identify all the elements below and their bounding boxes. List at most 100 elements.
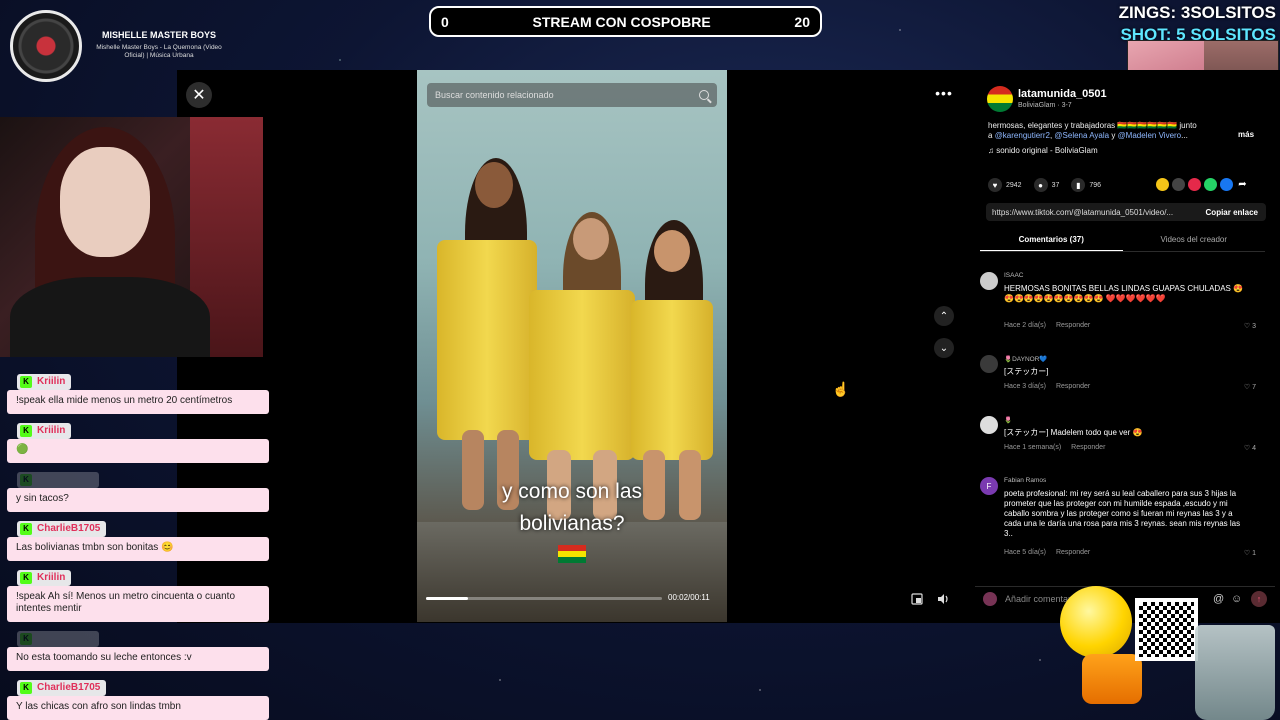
search-icon[interactable] xyxy=(699,90,709,100)
avatar[interactable]: F xyxy=(980,477,998,495)
post-stats: ♥ 2942 ● 37 ▮ 796 xyxy=(988,178,1101,192)
kick-badge-icon: K xyxy=(20,682,32,694)
caption-line-2: bolivianas? xyxy=(519,512,625,535)
comment-meta: Hace 3 día(s) Responder xyxy=(1004,383,1090,390)
mouse-pointer-icon: ☝ xyxy=(832,381,850,397)
avatar[interactable] xyxy=(980,416,998,434)
kick-badge-icon: K xyxy=(20,474,32,486)
now-playing-widget: MISHELLE MASTER BOYS Mishelle Master Boy… xyxy=(0,0,260,82)
bookmark-icon: ▮ xyxy=(1071,178,1086,192)
bolivia-flag-icon xyxy=(558,545,586,563)
comment-user[interactable]: 🌷 xyxy=(1004,416,1012,424)
emoji-mascot-icon xyxy=(1060,586,1132,658)
copy-link-row: https://www.tiktok.com/@latamunida_0501/… xyxy=(986,203,1266,221)
comment-icon: ● xyxy=(1033,178,1048,192)
comment-like[interactable]: ♡ 7 xyxy=(1244,383,1256,391)
save-count: 796 xyxy=(1089,181,1102,189)
comment-like[interactable]: ♡ 4 xyxy=(1244,444,1256,452)
whatsapp-icon[interactable] xyxy=(1204,178,1217,191)
streamer-body xyxy=(10,277,210,357)
comment-item: F Fabian Ramos poeta profesional: mi rey… xyxy=(980,477,1270,559)
mascot-legs xyxy=(1082,654,1142,704)
comment-like[interactable]: ♡ 3 xyxy=(1244,322,1256,330)
chat-text: 🟢 xyxy=(7,439,269,463)
copy-link-button[interactable]: Copiar enlace xyxy=(1198,208,1266,217)
picture-in-picture-button[interactable] xyxy=(908,590,926,608)
chat-username: K CharlieB1705 xyxy=(17,680,107,696)
kick-badge-icon: K xyxy=(20,425,32,437)
code-share-icon[interactable] xyxy=(1172,178,1185,191)
embed-share-icon[interactable] xyxy=(1156,178,1169,191)
comment-text: poeta profesional: mi rey será su leal c… xyxy=(1004,489,1241,538)
comment-like[interactable]: ♡ 1 xyxy=(1244,549,1256,557)
save-stat[interactable]: ▮ 796 xyxy=(1071,178,1101,192)
avatar-initial: F xyxy=(986,481,992,491)
emoji-icon[interactable]: ☺ xyxy=(1231,593,1245,605)
chat-username: K Kriilin xyxy=(17,423,72,439)
comment-time: Hace 2 día(s) xyxy=(1004,322,1047,329)
next-video-button[interactable]: ⌄ xyxy=(934,338,954,358)
close-button[interactable]: ✕ xyxy=(186,82,212,108)
qr-code-icon xyxy=(1135,598,1198,661)
more-options-button[interactable]: ••• xyxy=(932,84,956,102)
caption-line-1: y como son las xyxy=(501,480,643,503)
mention-link[interactable]: @Selena Ayala xyxy=(1054,131,1109,140)
chat-text: !speak ella mide menos un metro 20 centí… xyxy=(7,390,269,414)
heart-icon: ♥ xyxy=(988,178,1002,192)
comment-text: [ステッカー] xyxy=(1004,367,1049,376)
kick-badge-icon: K xyxy=(20,376,32,388)
comment-user[interactable]: ISAAC xyxy=(1004,272,1024,279)
repost-share-icon[interactable] xyxy=(1188,178,1201,191)
kick-badge-icon: K xyxy=(20,633,32,645)
post-description: hermosas, elegantes y trabajadoras 🇧🇴🇧🇴🇧… xyxy=(988,121,1197,140)
video-progress-bar[interactable] xyxy=(426,597,662,600)
reply-button[interactable]: Responder xyxy=(1071,444,1105,451)
chat-username: K CharlieB1705 xyxy=(17,521,107,537)
avatar xyxy=(983,591,997,606)
video-caption: y como son las bolivianas? xyxy=(417,476,727,540)
streamer-webcam xyxy=(0,117,263,357)
pip-icon xyxy=(911,593,923,605)
comment-user[interactable]: 🌷DAYNOR💙 xyxy=(1004,355,1048,363)
chat-text: Y las chicas con afro son lindas tmbn xyxy=(7,696,269,720)
desc-and: y xyxy=(1111,131,1116,140)
send-button[interactable]: ↑ xyxy=(1251,590,1267,607)
avatar[interactable] xyxy=(980,355,998,373)
chat-username: K Kriilin xyxy=(17,570,72,586)
chat-username: K xyxy=(17,631,99,647)
mention-link[interactable]: @karengutierr2 xyxy=(995,131,1050,140)
comment-time: Hace 1 semana(s) xyxy=(1004,444,1062,451)
yellow-towel xyxy=(437,240,537,440)
chevron-up-icon: ⌃ xyxy=(939,310,949,322)
related-content-search[interactable] xyxy=(427,83,717,107)
author-name[interactable]: latamunida_0501 xyxy=(1018,88,1107,100)
reply-button[interactable]: Responder xyxy=(1056,549,1090,556)
share-arrow-icon[interactable]: ➦ xyxy=(1236,178,1249,191)
facebook-icon[interactable] xyxy=(1220,178,1233,191)
comment-stat[interactable]: ● 37 xyxy=(1033,178,1059,192)
figure-head xyxy=(475,162,513,208)
share-icons: ➦ xyxy=(1156,178,1249,191)
like-count: 2942 xyxy=(1006,181,1022,189)
author-avatar[interactable] xyxy=(987,86,1013,112)
comment-meta: Hace 1 semana(s) Responder xyxy=(1004,444,1105,451)
avatar[interactable] xyxy=(980,272,998,290)
video-time: 00:02/00:11 xyxy=(668,593,710,602)
like-stat[interactable]: ♥ 2942 xyxy=(988,178,1022,192)
tab-creator-videos[interactable]: Videos del creador xyxy=(1123,232,1266,252)
search-input[interactable] xyxy=(435,90,699,100)
mention-link[interactable]: @Madelen Vivero xyxy=(1118,131,1182,140)
kick-badge-icon: K xyxy=(20,523,32,535)
comment-text: [ステッカー] Madelem todo que ver 😍 xyxy=(1004,428,1143,437)
volume-button[interactable] xyxy=(934,590,952,608)
trash-can-icon xyxy=(1195,625,1275,720)
comment-meta: Hace 2 día(s) Responder xyxy=(1004,322,1090,329)
sound-link[interactable]: ♫ sonido original - BoliviaGlam xyxy=(988,146,1098,155)
comment-user[interactable]: Fabian Ramos xyxy=(1004,477,1046,484)
mention-icon[interactable]: @ xyxy=(1213,593,1227,605)
reply-button[interactable]: Responder xyxy=(1056,383,1090,390)
previous-video-button[interactable]: ⌃ xyxy=(934,306,954,326)
more-button[interactable]: más xyxy=(1238,130,1254,139)
reply-button[interactable]: Responder xyxy=(1056,322,1090,329)
tab-comments[interactable]: Comentarios (37) xyxy=(980,232,1123,252)
